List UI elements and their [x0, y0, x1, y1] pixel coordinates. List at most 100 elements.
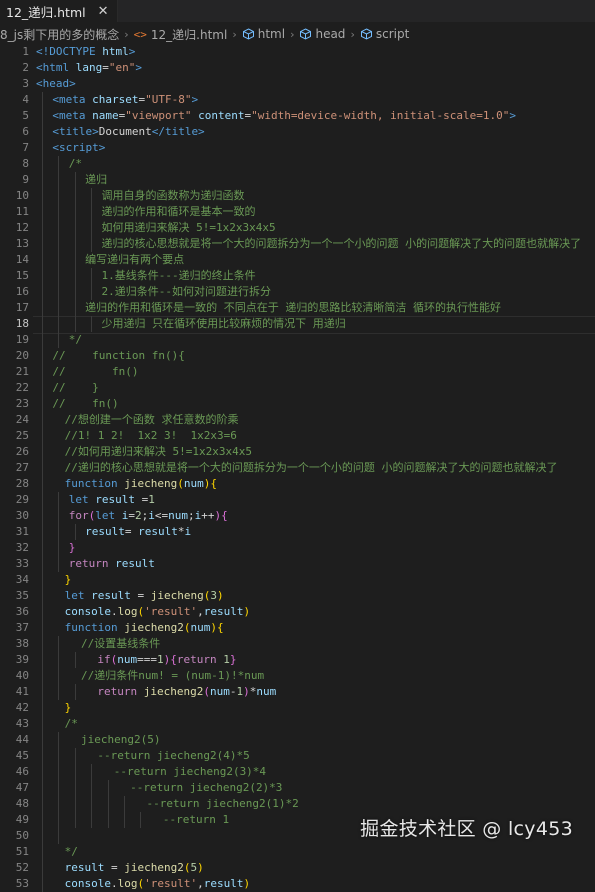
code-line[interactable]: 15 1.基线条件---递归的终止条件	[0, 268, 595, 284]
breadcrumb-script[interactable]: script	[360, 27, 409, 41]
code-token: ;	[187, 509, 195, 522]
code-line[interactable]: 40 //递归条件num! = (num-1)!*num	[0, 668, 595, 684]
code-line[interactable]: 33 return result	[0, 556, 595, 572]
code-line[interactable]: 11 递归的作用和循环是基本一致的	[0, 204, 595, 220]
code-line[interactable]: 8 /*	[0, 156, 595, 172]
file-tab[interactable]: 12_递归.html ✕	[0, 0, 118, 22]
code-line[interactable]: 52 result = jiecheng2(5)	[0, 860, 595, 876]
code-text: result = jiecheng2(5)	[65, 860, 204, 876]
code-text: --return jiecheng2(3)*4	[114, 764, 266, 780]
code-token: )	[243, 605, 251, 618]
code-line[interactable]: 13 递归的核心思想就是将一个大的问题拆分为一个一个小的问题 小的问题解决了大的问…	[0, 236, 595, 252]
code-line[interactable]: 5 <meta name="viewport" content="width=de…	[0, 108, 595, 124]
line-number: 7	[22, 141, 29, 154]
code-line[interactable]: 19 */	[0, 332, 595, 348]
code-line[interactable]: 45 --return jiecheng2(4)*5	[0, 748, 595, 764]
code-line[interactable]: 42}	[0, 700, 595, 716]
breadcrumb-html[interactable]: html	[242, 27, 285, 41]
code-line[interactable]: 43 /*	[0, 716, 595, 732]
code-token: jiecheng2	[124, 861, 184, 874]
code-token: num	[117, 653, 138, 666]
code-token: "width=device-width, initial-scale=1.0"	[251, 109, 510, 122]
code-line[interactable]: 37 function jiecheng2(num){	[0, 620, 595, 636]
indent-guide	[58, 684, 60, 700]
code-text: return jiecheng2(num-1)*num	[97, 684, 276, 700]
close-icon[interactable]: ✕	[98, 4, 109, 19]
line-number: 2	[22, 61, 29, 74]
code-token: 'result'	[144, 877, 198, 890]
code-token: 2.递归条件--如何对问题进行拆分	[101, 285, 271, 298]
code-line[interactable]: 20 // function fn(){	[0, 348, 595, 364]
indent-guide	[42, 220, 44, 236]
indent-guide	[74, 300, 76, 316]
breadcrumb-folder[interactable]: 8_js剩下用的多的概念	[0, 26, 119, 43]
indent-guide	[58, 732, 60, 748]
code-line[interactable]: 39 if(num===1){return 1}	[0, 652, 595, 668]
code-text: function jiecheng(num){	[65, 476, 217, 492]
indent-guide	[42, 300, 44, 316]
code-line[interactable]: 35 let result = jiecheng(3)	[0, 588, 595, 604]
code-line[interactable]: 51 */	[0, 844, 595, 860]
code-line[interactable]: 24 //想创建一个函数 求任意数的阶乘	[0, 412, 595, 428]
code-line[interactable]: 26 //如何用递归来解决 5!=1x2x3x4x5	[0, 444, 595, 460]
code-token: 递归的作用和循环是一致的 不同点在于 递归的思路比较清晰简洁 循环的执行性能好	[85, 301, 501, 314]
code-line[interactable]: 18 少用递归 只在循环使用比较麻烦的情况下 用递归	[0, 316, 595, 332]
code-text: function jiecheng2(num){	[65, 620, 224, 636]
code-line[interactable]: 10 调用自身的函数称为递归函数	[0, 188, 595, 204]
breadcrumb-file[interactable]: <> 12_递归.html	[134, 26, 228, 43]
code-line[interactable]: 14 编写递归有两个要点	[0, 252, 595, 268]
indent-guide	[42, 636, 44, 652]
code-line[interactable]: 41 return jiecheng2(num-1)*num	[0, 684, 595, 700]
line-number: 36	[15, 605, 29, 618]
code-line[interactable]: 29 let result =1	[0, 492, 595, 508]
code-token: >	[191, 93, 199, 106]
code-token: i	[148, 509, 155, 522]
code-line[interactable]: 9 递归	[0, 172, 595, 188]
indent-guide	[42, 140, 44, 156]
line-number: 12	[15, 221, 29, 234]
code-line[interactable]: 21 // fn()	[0, 364, 595, 380]
code-line[interactable]: 28 function jiecheng(num){	[0, 476, 595, 492]
code-token: i	[184, 525, 192, 538]
code-line[interactable]: 32}	[0, 540, 595, 556]
code-line[interactable]: 12 如何用递归来解决 5!=1x2x3x4x5	[0, 220, 595, 236]
code-line[interactable]: 30 for(let i=2;i<=num;i++){	[0, 508, 595, 524]
code-line[interactable]: 16 2.递归条件--如何对问题进行拆分	[0, 284, 595, 300]
code-line[interactable]: 1 <!DOCTYPE html>	[0, 44, 595, 60]
indent-guide	[42, 524, 44, 540]
code-line[interactable]: 38 //设置基线条件	[0, 636, 595, 652]
code-line[interactable]: 53 console.log('result',result)	[0, 876, 595, 892]
code-token: result	[203, 877, 244, 890]
breadcrumb-html-label: html	[257, 27, 286, 41]
code-line[interactable]: 6 <title>Document</title>	[0, 124, 595, 140]
code-line[interactable]: 44 jiecheng2(5)	[0, 732, 595, 748]
code-token: )	[216, 589, 224, 602]
line-number: 26	[15, 445, 29, 458]
code-line[interactable]: 46 --return jiecheng2(3)*4	[0, 764, 595, 780]
code-line[interactable]: 17 递归的作用和循环是一致的 不同点在于 递归的思路比较清晰简洁 循环的执行性能…	[0, 300, 595, 316]
code-line[interactable]: 25 //1! 1 2! 1x2 3! 1x2x3=6	[0, 428, 595, 444]
code-line[interactable]: 48 --return jiecheng2(1)*2	[0, 796, 595, 812]
line-number: 28	[15, 477, 29, 490]
code-line[interactable]: 4 <meta charset="UTF-8">	[0, 92, 595, 108]
code-line[interactable]: 2 <html lang="en">	[0, 60, 595, 76]
code-line[interactable]: 7 <script>	[0, 140, 595, 156]
code-text: console.log('result',result)	[65, 876, 250, 892]
code-token: console	[64, 877, 111, 890]
code-line[interactable]: 22 // }	[0, 380, 595, 396]
code-editor[interactable]: 1 <!DOCTYPE html> 2 <html lang="en"> 3 <head>…	[0, 44, 595, 892]
breadcrumb-head[interactable]: head	[299, 27, 345, 41]
indent-guide	[74, 284, 76, 300]
code-line[interactable]: 47 --return jiecheng2(2)*3	[0, 780, 595, 796]
code-token: }	[64, 701, 72, 714]
code-line[interactable]: 27 //递归的核心思想就是将一个大的问题拆分为一个一个小的问题 小的问题解决了大…	[0, 460, 595, 476]
code-line[interactable]: 23 // fn()	[0, 396, 595, 412]
code-token: 递归的作用和循环是基本一致的	[101, 205, 256, 218]
code-line[interactable]: 31 result= result*i	[0, 524, 595, 540]
code-line[interactable]: 34}	[0, 572, 595, 588]
code-text: // fn()	[52, 364, 138, 380]
code-line[interactable]: 3 <head>	[0, 76, 595, 92]
code-line[interactable]: 36 console.log('result',result)	[0, 604, 595, 620]
indent-guide	[91, 764, 93, 780]
line-number: 49	[15, 813, 29, 826]
